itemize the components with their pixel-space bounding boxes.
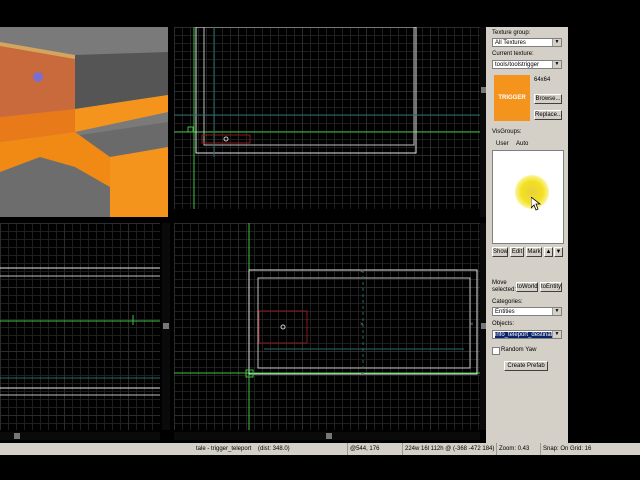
entity-sphere <box>33 72 43 82</box>
objects-label: Objects: <box>492 321 515 327</box>
random-yaw-checkbox[interactable] <box>492 347 500 355</box>
visgroups-tab-auto[interactable]: Auto <box>516 141 528 147</box>
current-texture-select[interactable]: tools/toolstrigger ▼ <box>492 60 562 69</box>
texture-tool-panel: Texture group: All Textures ▼ Current tex… <box>486 27 568 451</box>
visgroups-label: VisGroups: <box>492 129 522 135</box>
viewport-side-geometry: × × × × <box>174 223 480 430</box>
viewport-3d[interactable] <box>0 27 168 217</box>
visgroup-show-button[interactable]: Show <box>492 247 508 257</box>
mouse-cursor-icon <box>531 197 541 211</box>
svg-text:×: × <box>470 322 474 328</box>
visgroups-list[interactable] <box>492 150 564 244</box>
visgroup-edit-button[interactable]: Edit <box>510 247 524 257</box>
texture-group-label: Texture group: <box>492 30 531 36</box>
visgroup-down-button[interactable]: ▼ <box>554 247 563 257</box>
current-texture-label: Current texture: <box>492 51 534 57</box>
create-prefab-button[interactable]: Create Prefab <box>504 361 548 371</box>
texture-size: 64x64 <box>534 77 551 83</box>
viewport-top[interactable] <box>174 27 480 209</box>
status-zoom: Zoom: 0.43 <box>496 443 529 455</box>
viewport-front-vscroll[interactable] <box>162 223 170 430</box>
status-snap: Snap: On Grid: 16 <box>540 443 591 455</box>
random-yaw-label: Random Yaw <box>501 347 537 353</box>
status-selection: tale - trigger_teleport <box>196 446 252 452</box>
visgroup-mark-button[interactable]: Mark <box>526 247 542 257</box>
visgroups-tab-user[interactable]: User <box>496 141 509 147</box>
viewport-front[interactable] <box>0 223 160 430</box>
texture-group-select[interactable]: All Textures ▼ <box>492 38 562 47</box>
replace-button[interactable]: Replace... <box>534 110 562 120</box>
texture-preview: TRIGGER <box>494 75 530 121</box>
viewport-side-hscroll[interactable] <box>174 432 480 440</box>
viewport-front-geometry <box>0 267 160 396</box>
to-entity-button[interactable]: toEntity <box>540 282 562 292</box>
categories-label: Categories: <box>492 299 523 305</box>
to-world-button[interactable]: toWorld <box>516 282 538 292</box>
status-coords: @544, 176 <box>347 443 379 455</box>
viewport-3d-scene <box>0 27 168 217</box>
svg-text:×: × <box>360 269 364 275</box>
browse-button[interactable]: Browse... <box>534 94 562 104</box>
objects-select[interactable]: info_teleport_destination ▼ <box>492 330 562 339</box>
status-size: 224w 16l 112h @ (-368 -472 184) <box>402 443 494 455</box>
move-selected-label: Move selected: <box>492 280 517 293</box>
bottom-letterbox <box>0 456 640 480</box>
svg-text:×: × <box>360 322 364 328</box>
top-letterbox <box>0 0 640 27</box>
categories-select[interactable]: Entities ▼ <box>492 307 562 316</box>
viewport-top-geometry <box>174 27 480 209</box>
svg-text:×: × <box>360 372 364 378</box>
visgroup-up-button[interactable]: ▲ <box>544 247 553 257</box>
status-dist: (dist: 348.0) <box>258 446 290 452</box>
right-black-strip <box>568 27 640 451</box>
viewport-side[interactable]: × × × × <box>174 223 480 430</box>
viewport-front-hscroll[interactable] <box>0 432 160 440</box>
status-bar: tale - trigger_teleport (dist: 348.0) @5… <box>0 443 640 455</box>
